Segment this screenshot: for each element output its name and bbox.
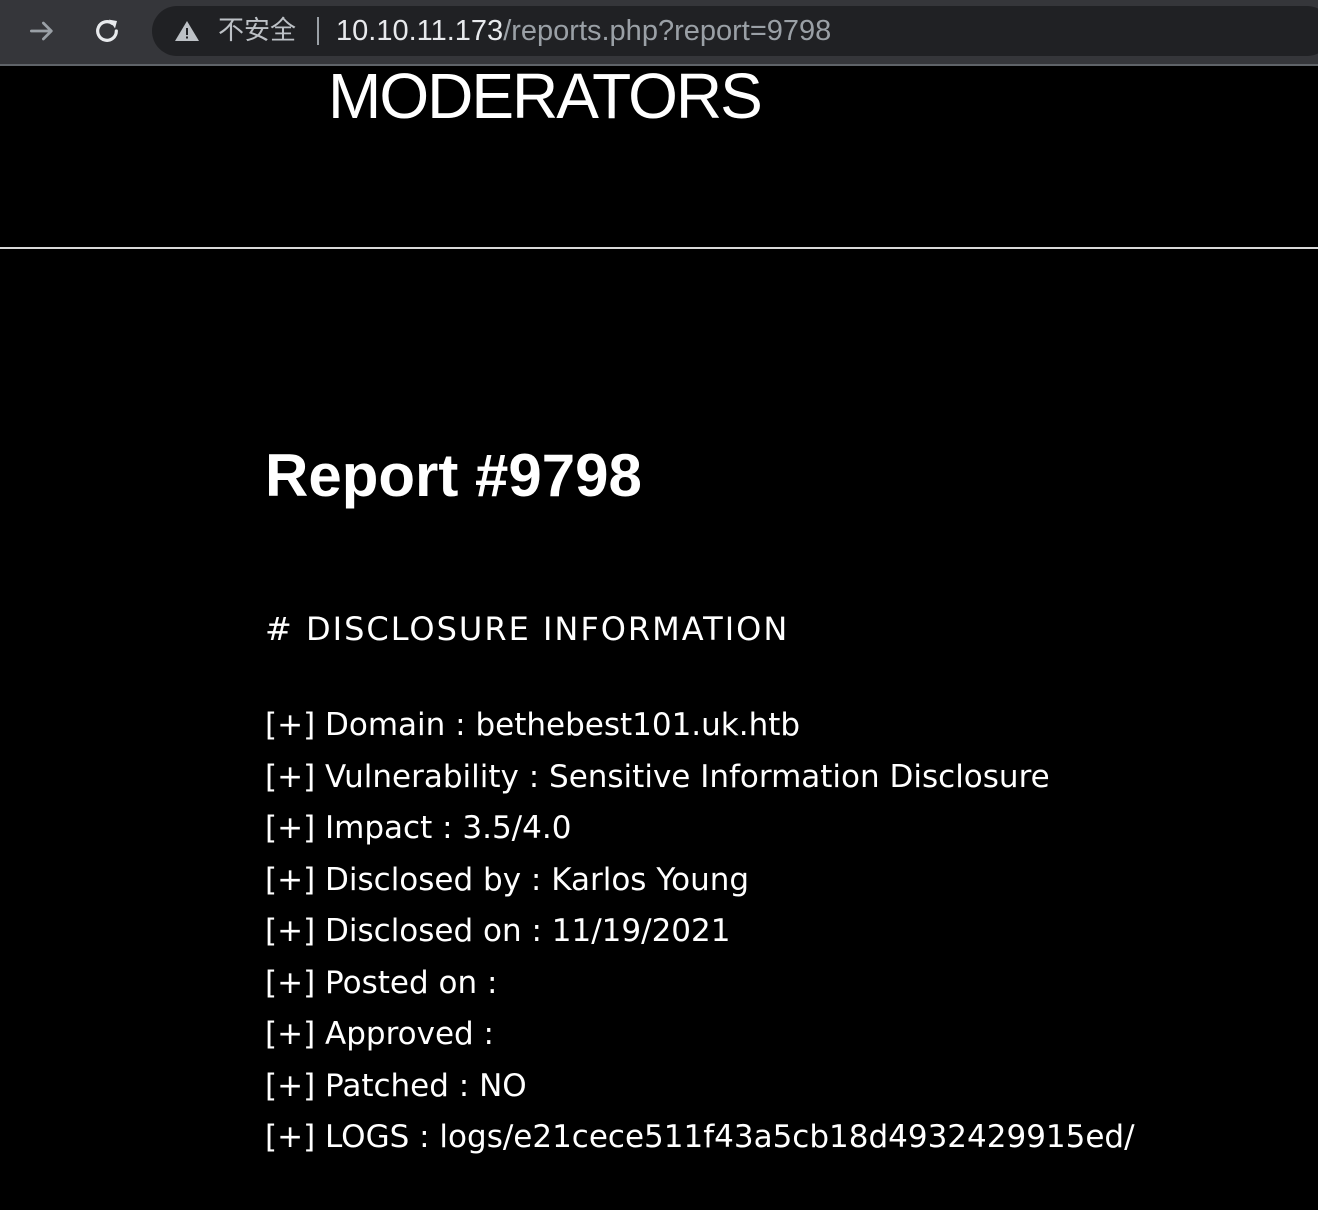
info-disclosed-by: [+] Disclosed by : Karlos Young	[265, 861, 750, 898]
warning-triangle-icon[interactable]	[174, 19, 200, 43]
header-divider	[0, 247, 1318, 249]
arrow-right-icon	[30, 21, 53, 41]
reload-icon	[96, 19, 118, 42]
info-posted-on: [+] Posted on :	[265, 964, 498, 1001]
site-title: MODERATORS	[328, 60, 763, 132]
browser-toolbar: 不安全 10.10.11.173/reports.php?report=9798	[0, 0, 1318, 66]
address-divider	[317, 17, 319, 45]
security-label[interactable]: 不安全	[218, 15, 296, 47]
forward-button[interactable]	[22, 11, 62, 51]
url-path: /reports.php?report=9798	[503, 15, 832, 47]
info-domain: [+] Domain : bethebest101.uk.htb	[265, 707, 801, 743]
disclosure-info-list: [+] Domain : bethebest101.uk.htb [+] Vul…	[265, 700, 1135, 1164]
info-vulnerability: [+] Vulnerability : Sensitive Informatio…	[265, 758, 1050, 795]
report-title: Report #9798	[265, 442, 642, 509]
url-text[interactable]: 10.10.11.173/reports.php?report=9798	[336, 15, 831, 47]
info-impact: [+] Impact : 3.5/4.0	[265, 810, 572, 846]
address-bar[interactable]: 不安全 10.10.11.173/reports.php?report=9798	[152, 6, 1318, 56]
info-patched: [+] Patched : NO	[265, 1067, 527, 1104]
info-approved: [+] Approved :	[265, 1016, 495, 1052]
info-disclosed-on: [+] Disclosed on : 11/19/2021	[265, 913, 731, 949]
url-host: 10.10.11.173	[336, 15, 504, 47]
disclosure-heading: # DISCLOSURE INFORMATION	[265, 610, 790, 648]
info-logs: [+] LOGS : logs/e21cece511f43a5cb18d4932…	[265, 1119, 1135, 1155]
reload-button[interactable]	[87, 11, 127, 51]
